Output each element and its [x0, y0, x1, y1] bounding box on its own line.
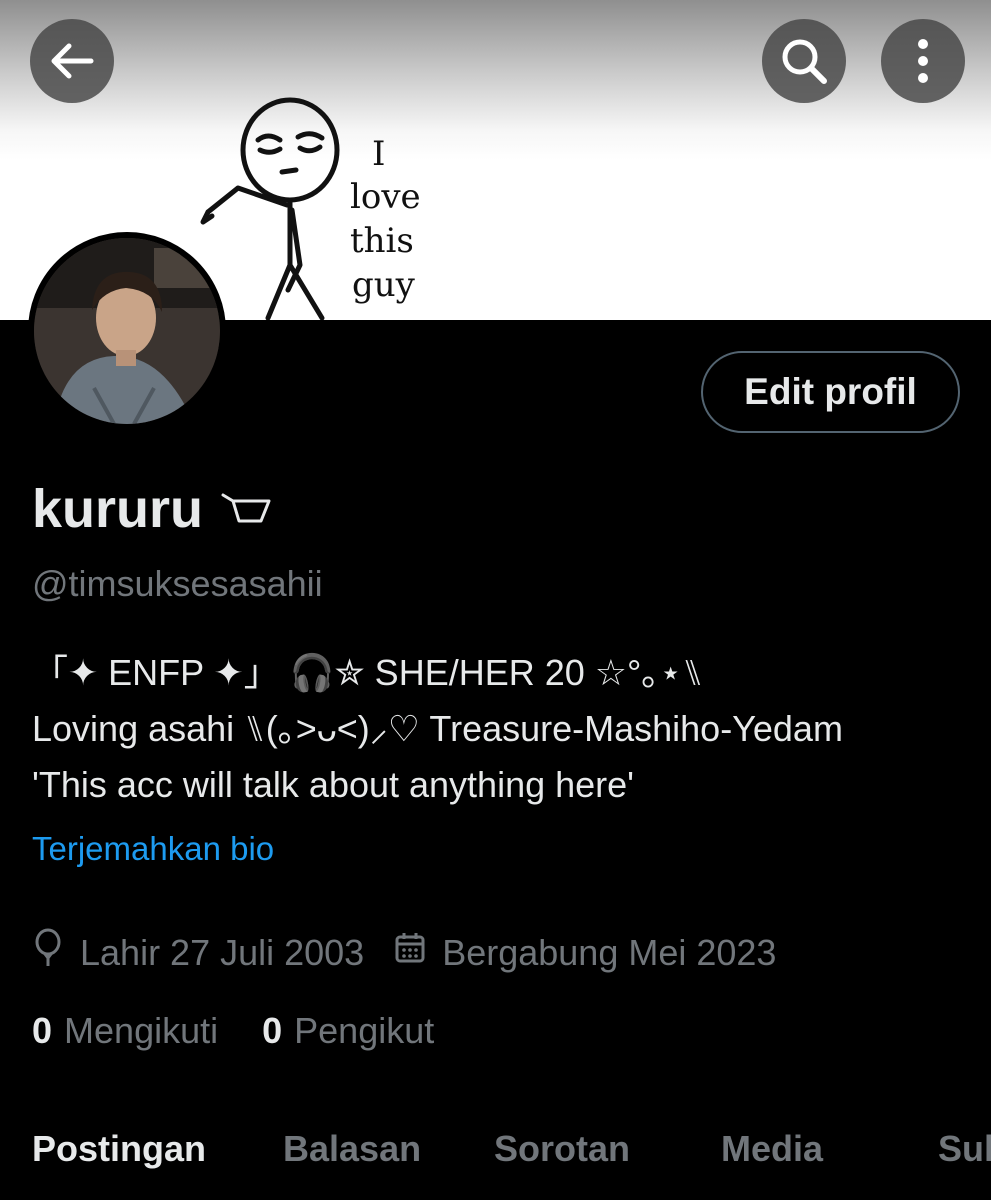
bio-line: 「✦ ENFP ✦」 🎧✮ SHE/HER 20 ☆°｡⋆⑊: [32, 652, 704, 693]
svg-text:this: this: [350, 221, 414, 261]
tab-highlights[interactable]: Sorotan: [494, 1128, 630, 1170]
following-count: 0: [32, 1010, 53, 1051]
more-options-button[interactable]: [881, 19, 965, 103]
svg-text:I: I: [372, 134, 385, 174]
bio: 「✦ ENFP ✦」 🎧✮ SHE/HER 20 ☆°｡⋆⑊ Loving as…: [32, 645, 972, 813]
birthday-info: Lahir 27 Juli 2003: [32, 928, 364, 977]
avatar[interactable]: [28, 232, 226, 430]
profile-meta: Lahir 27 Juli 2003 Bergabung Mei 2023: [32, 928, 776, 977]
more-vertical-icon: [918, 39, 928, 83]
following-label: Mengikuti: [64, 1010, 219, 1051]
avatar-photo: [34, 238, 220, 424]
translate-bio-link[interactable]: Terjemahkan bio: [32, 830, 274, 868]
svg-text:love: love: [350, 177, 421, 217]
svg-text:guy: guy: [352, 265, 416, 305]
profile-tabs: Postingan Balasan Sorotan Media Suka: [0, 1128, 991, 1200]
back-button[interactable]: [30, 19, 114, 103]
basket-icon: [219, 478, 277, 540]
birthday-text: Lahir 27 Juli 2003: [80, 931, 365, 973]
following-link[interactable]: 0 Mengikuti: [32, 1010, 218, 1052]
bio-line: Loving asahi ⑊(｡>ᴗ<)⸝♡ Treasure-Mashiho-…: [32, 708, 843, 749]
search-button[interactable]: [762, 19, 846, 103]
joined-text: Bergabung Mei 2023: [442, 931, 777, 973]
bio-line: 'This acc will talk about anything here': [32, 764, 635, 805]
joined-info: Bergabung Mei 2023: [394, 931, 776, 974]
followers-label: Pengikut: [294, 1010, 435, 1051]
display-name-text: kururu: [32, 479, 204, 539]
followers-count: 0: [262, 1010, 283, 1051]
followers-link[interactable]: 0 Pengikut: [262, 1010, 434, 1052]
balloon-icon: [32, 928, 64, 977]
calendar-icon: [394, 931, 426, 974]
edit-profile-button[interactable]: Edit profil: [701, 351, 960, 433]
search-icon: [782, 39, 827, 84]
arrow-left-icon: [51, 43, 94, 79]
user-handle: @timsuksesasahii: [32, 563, 323, 604]
follow-stats: 0 Mengikuti 0 Pengikut: [32, 1010, 434, 1052]
tab-likes[interactable]: Suka: [938, 1128, 991, 1170]
banner-caption: I love this guy: [350, 134, 421, 305]
tab-replies[interactable]: Balasan: [283, 1128, 421, 1170]
tab-posts[interactable]: Postingan: [32, 1128, 206, 1170]
tab-media[interactable]: Media: [721, 1128, 823, 1170]
display-name: kururu: [32, 478, 277, 540]
